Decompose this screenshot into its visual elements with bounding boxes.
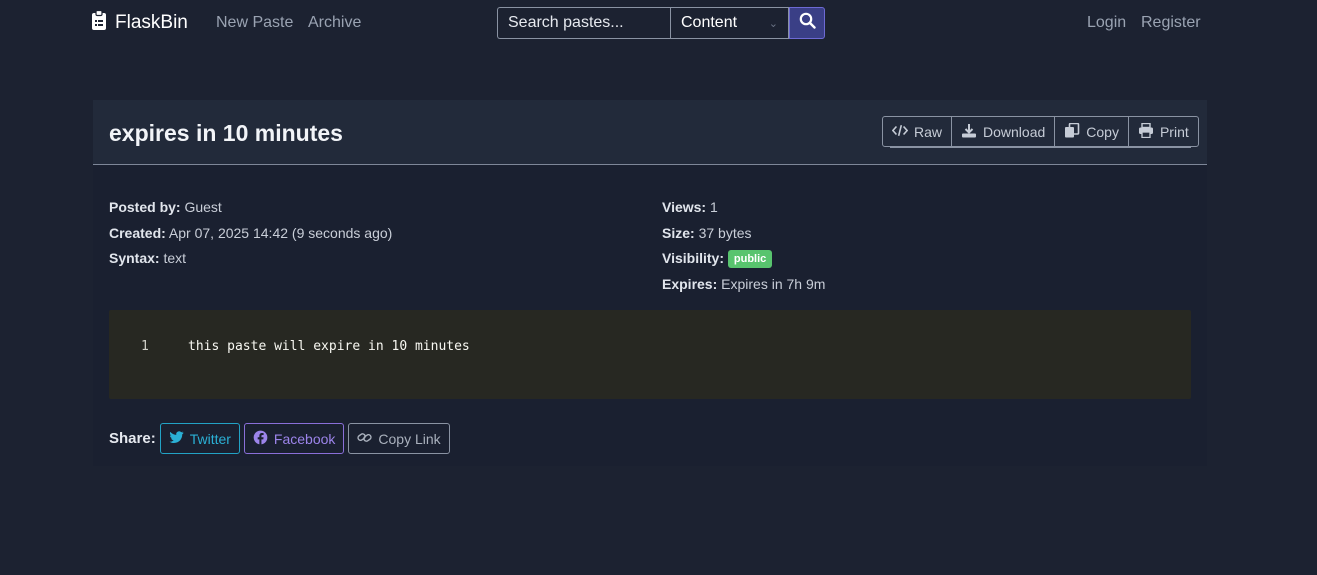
- share-bar: Share: Twitter Facebook Copy Link: [109, 423, 450, 454]
- meta-posted-by: Posted by: Guest: [109, 195, 392, 221]
- navbar: FlaskBin New Paste Archive Content ⌄ Log…: [0, 0, 1317, 48]
- raw-label: Raw: [914, 123, 943, 140]
- meta-label: Expires:: [662, 275, 718, 292]
- search-scope-select[interactable]: Content ⌄: [670, 7, 789, 39]
- search-form: Content ⌄: [497, 7, 825, 39]
- print-button[interactable]: Print: [1129, 117, 1198, 146]
- meta-label: Visibility:: [662, 250, 724, 266]
- paste-actions: Raw Download Copy Print: [882, 116, 1199, 147]
- line-number: 1: [141, 339, 149, 354]
- meta-syntax: Syntax: text: [109, 246, 392, 272]
- meta-label: Created:: [109, 224, 166, 241]
- paste-card: expires in 10 minutes Raw Download Copy: [93, 100, 1207, 466]
- print-icon: [1138, 122, 1154, 141]
- meta-visibility: Visibility: public: [662, 246, 825, 272]
- facebook-label: Facebook: [273, 430, 336, 447]
- twitter-icon: [169, 430, 184, 448]
- meta-views: Views: 1: [662, 195, 825, 221]
- search-input[interactable]: [497, 7, 670, 39]
- meta-label: Size:: [662, 224, 695, 241]
- chevron-down-icon: ⌄: [768, 17, 778, 30]
- download-label: Download: [983, 123, 1046, 140]
- meta-value: 37 bytes: [698, 224, 752, 241]
- clipboard-icon: [91, 9, 107, 36]
- meta-value: Guest: [184, 199, 222, 215]
- download-icon: [961, 123, 977, 141]
- nav-archive-link[interactable]: Archive: [308, 14, 361, 32]
- share-facebook-button[interactable]: Facebook: [243, 423, 345, 454]
- paste-title: expires in 10 minutes: [109, 120, 343, 146]
- paste-meta-right: Views: 1 Size: 37 bytes Visibility: publ…: [662, 195, 825, 297]
- meta-value: text: [163, 250, 187, 266]
- copy-button[interactable]: Copy: [1055, 117, 1129, 146]
- meta-label: Syntax:: [109, 250, 160, 266]
- copy-link-label: Copy Link: [378, 430, 441, 447]
- raw-button[interactable]: Raw: [883, 117, 953, 146]
- login-link[interactable]: Login: [1087, 14, 1126, 32]
- paste-card-header: expires in 10 minutes Raw Download Copy: [93, 100, 1207, 165]
- meta-value: Apr 07, 2025 14:42 (9 seconds ago): [168, 224, 393, 241]
- copy-label: Copy: [1086, 123, 1119, 140]
- search-icon: [799, 12, 816, 34]
- share-label: Share:: [109, 430, 156, 447]
- paste-meta-left: Posted by: Guest Created: Apr 07, 2025 1…: [109, 195, 392, 272]
- nav-new-paste-link[interactable]: New Paste: [216, 14, 293, 32]
- meta-value: Expires in 7h 9m: [721, 275, 826, 292]
- meta-value: 1: [710, 199, 718, 215]
- download-button[interactable]: Download: [952, 117, 1056, 146]
- brand-logo-link[interactable]: FlaskBin: [91, 9, 188, 36]
- code-icon: [891, 123, 909, 141]
- share-twitter-button[interactable]: Twitter: [159, 423, 240, 454]
- code-block: 1 this paste will expire in 10 minutes: [109, 310, 1191, 399]
- print-label: Print: [1159, 123, 1189, 140]
- copy-link-button[interactable]: Copy Link: [348, 423, 450, 454]
- twitter-label: Twitter: [189, 430, 231, 447]
- meta-label: Views:: [662, 199, 707, 215]
- link-icon: [357, 430, 373, 448]
- meta-size: Size: 37 bytes: [662, 221, 825, 247]
- register-link[interactable]: Register: [1141, 14, 1201, 32]
- copy-icon: [1064, 122, 1080, 141]
- brand-name: FlaskBin: [115, 12, 188, 33]
- visibility-badge: public: [727, 250, 773, 268]
- search-button[interactable]: [789, 7, 825, 39]
- meta-expires: Expires: Expires in 7h 9m: [662, 272, 825, 298]
- facebook-icon: [253, 430, 268, 448]
- meta-created: Created: Apr 07, 2025 14:42 (9 seconds a…: [109, 221, 392, 247]
- meta-label: Posted by:: [109, 199, 181, 215]
- code-line: this paste will expire in 10 minutes: [188, 339, 470, 354]
- search-scope-value: Content: [681, 14, 738, 31]
